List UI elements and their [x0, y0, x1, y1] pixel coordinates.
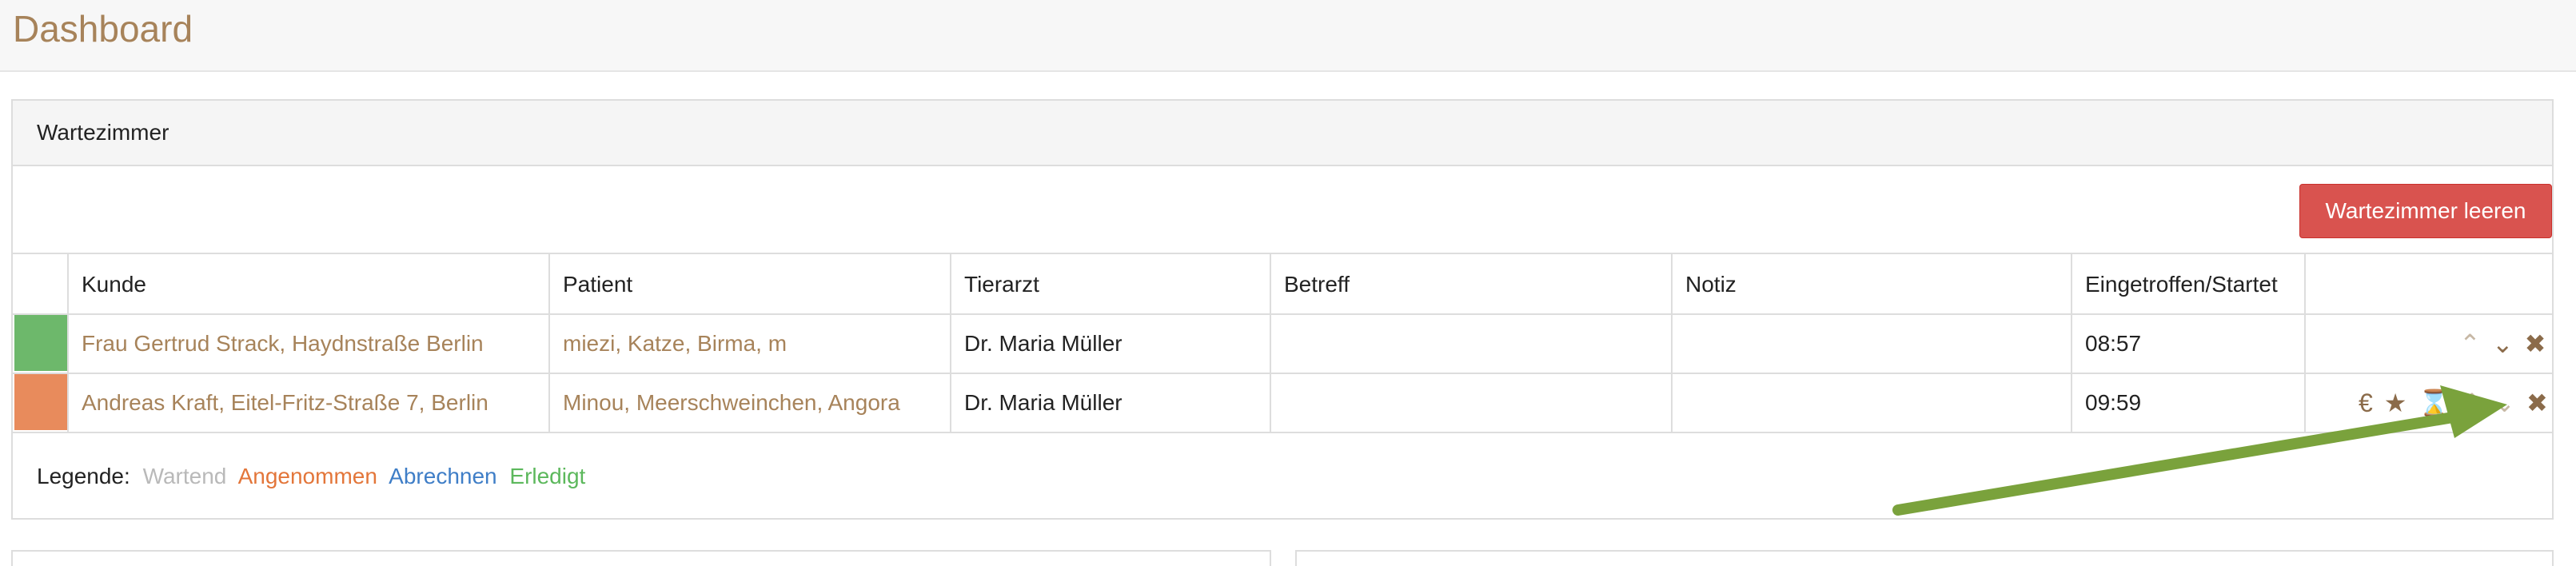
column-header-patient[interactable]: Patient [550, 254, 951, 313]
chevron-down-icon[interactable]: ⌄ [2492, 315, 2514, 373]
panel-heading: Wartezimmer [13, 101, 2552, 166]
status-column-header [13, 254, 69, 313]
page-header: Dashboard [0, 0, 2576, 72]
note-cell [1673, 315, 2072, 373]
arrival-time-cell: 08:57 [2072, 315, 2306, 373]
lower-right-panel [1295, 550, 2554, 566]
note-cell [1673, 374, 2072, 432]
arrival-time-cell: 09:59 [2072, 374, 2306, 432]
table-divider [13, 432, 2552, 433]
close-icon[interactable]: ✖ [2525, 315, 2546, 373]
vet-cell: Dr. Maria Müller [951, 374, 1271, 432]
column-header-time[interactable]: Eingetroffen/Startet [2072, 254, 2306, 313]
vet-cell: Dr. Maria Müller [951, 315, 1271, 373]
legend: Legende: Wartend Angenommen Abrechnen Er… [37, 460, 592, 492]
subject-cell [1271, 374, 1673, 432]
legend-item-billing: Abrechnen [389, 464, 497, 488]
legend-item-done: Erledigt [509, 464, 586, 488]
patient-link[interactable]: miezi, Katze, Birma, m [550, 315, 951, 373]
hourglass-icon[interactable]: ⌛ [2418, 374, 2450, 432]
customer-link[interactable]: Andreas Kraft, Eitel-Fritz-Straße 7, Ber… [69, 374, 550, 432]
column-header-notiz[interactable]: Notiz [1673, 254, 2072, 313]
lower-left-panel [11, 550, 1271, 566]
column-header-betreff[interactable]: Betreff [1271, 254, 1673, 313]
status-cell [13, 315, 69, 373]
patient-link[interactable]: Minou, Meerschweinchen, Angora [550, 374, 951, 432]
star-icon[interactable]: ★ [2384, 374, 2407, 432]
euro-icon[interactable]: € [2359, 374, 2373, 432]
waiting-room-panel: Wartezimmer Wartezimmer leeren Kunde Pat… [11, 99, 2554, 520]
page-title: Dashboard [13, 8, 193, 50]
column-header-kunde[interactable]: Kunde [69, 254, 550, 313]
close-icon[interactable]: ✖ [2526, 374, 2548, 432]
legend-label: Legende: [37, 464, 130, 488]
legend-item-waiting: Wartend [142, 464, 227, 488]
chevron-down-icon[interactable]: ⌄ [2494, 374, 2515, 432]
chevron-up-icon[interactable]: ⌃ [2461, 374, 2482, 432]
row-actions: € ★ ⌛ ⌃ ⌄ ✖ [2359, 374, 2548, 432]
customer-link[interactable]: Frau Gertrud Strack, Haydnstraße Berlin [69, 315, 550, 373]
empty-waiting-room-button[interactable]: Wartezimmer leeren [2299, 184, 2552, 238]
chevron-up-icon[interactable]: ⌃ [2459, 315, 2481, 373]
column-header-tierarzt[interactable]: Tierarzt [951, 254, 1271, 313]
status-cell [13, 374, 69, 432]
panel-title: Wartezimmer [37, 120, 169, 145]
row-actions: ⌃ ⌄ ✖ [2459, 315, 2546, 373]
legend-item-accepted: Angenommen [237, 464, 377, 488]
subject-cell [1271, 315, 1673, 373]
